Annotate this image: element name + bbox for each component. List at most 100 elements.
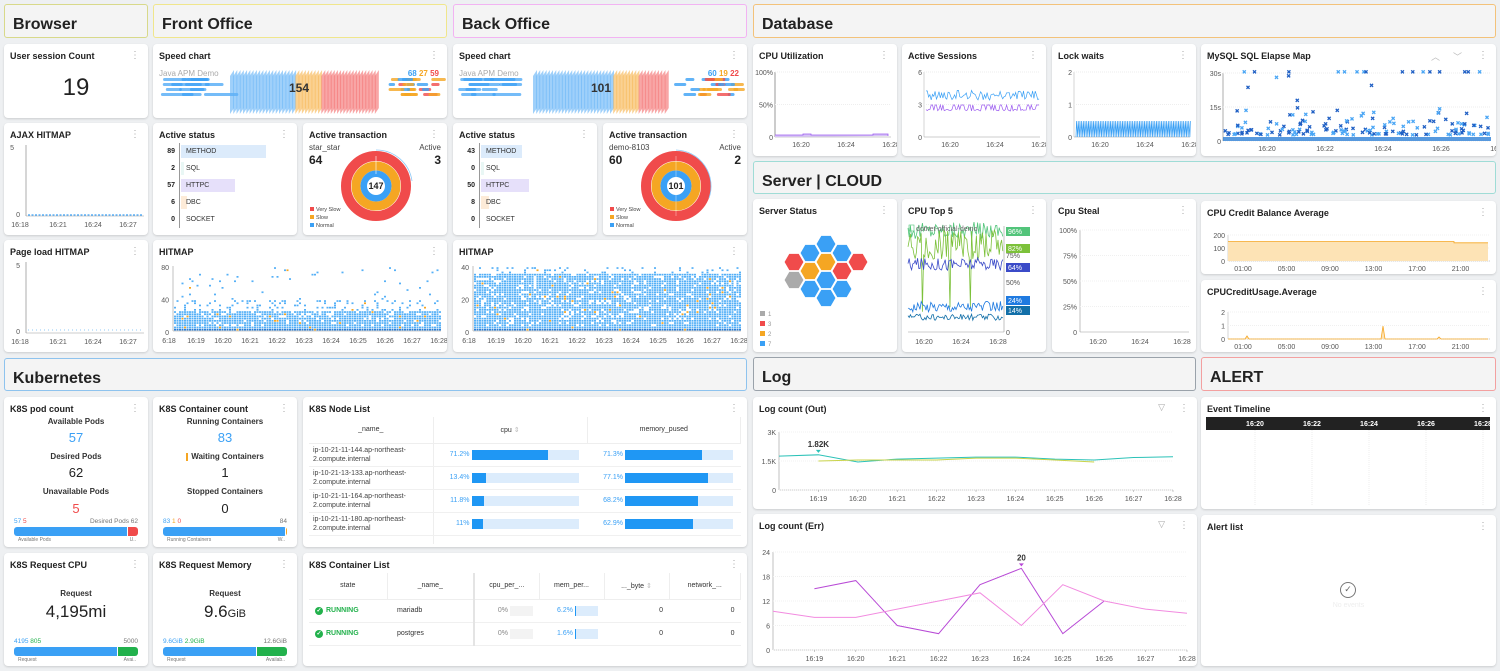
more-menu-icon[interactable]: ⋮ bbox=[279, 559, 289, 570]
hit-cell bbox=[201, 320, 204, 322]
transaction-donut[interactable]: 147 Very Slow Slow Normal bbox=[303, 123, 447, 235]
col-name[interactable]: _name_ bbox=[309, 417, 434, 444]
hit-cell bbox=[689, 328, 691, 331]
container-table-wrap[interactable]: state _name_ cpu_per_... mem_per... ..._… bbox=[309, 573, 741, 657]
credit-usage-chart[interactable]: 21001:00 05:00 09:00 13:00 17:00 21:00 bbox=[1201, 280, 1496, 352]
elapse-scatter-chart[interactable]: 30s15s016:2016:2216:2416:2616:28✖✖✖✖✖✖✖✖… bbox=[1201, 44, 1496, 156]
hit-cell bbox=[281, 317, 284, 320]
col-memory[interactable]: memory_pused bbox=[587, 417, 741, 444]
active-sessions-chart[interactable]: 63016:2016:2416:28 bbox=[902, 44, 1046, 156]
hit-cell bbox=[554, 269, 556, 272]
server-hex-map[interactable]: 1327 bbox=[753, 199, 897, 352]
hit-cell bbox=[654, 291, 656, 294]
log-err-chart[interactable]: 2418126016:19 16:20 16:21 16:22 16:23 16:24 16… bbox=[753, 514, 1197, 666]
lock-waits-chart[interactable]: 21016:2016:2416:28 bbox=[1052, 44, 1196, 156]
hit-cell bbox=[496, 328, 499, 331]
credit-balance-chart[interactable]: 200100001:00 05:00 09:00 13:00 17:00 21:00 bbox=[1201, 201, 1496, 274]
hit-cell bbox=[501, 313, 504, 316]
hit-cell bbox=[299, 298, 301, 300]
hit-cell bbox=[501, 271, 504, 274]
hit-cell bbox=[386, 324, 389, 327]
hit-cell bbox=[609, 306, 611, 309]
container-row[interactable]: ✓ RUNNING postgres 0% 1.6% 0 0 bbox=[309, 622, 741, 646]
hit-cell bbox=[226, 317, 229, 320]
pageload-hitmap-chart[interactable]: 5 0 16:18 16:21 16:24 16:27 bbox=[4, 240, 148, 352]
mem-value: 1.6% bbox=[557, 630, 573, 637]
node-row[interactable]: ip-10-21-13-133.ap-northeast-2.compute.i… bbox=[309, 466, 741, 490]
hit-cell bbox=[596, 304, 599, 307]
status-row-sql[interactable]: 0 SQL bbox=[459, 160, 500, 177]
col-mem[interactable]: mem_per... bbox=[539, 573, 605, 600]
more-menu-icon[interactable]: ⋮ bbox=[729, 403, 739, 414]
more-menu-icon[interactable]: ⋮ bbox=[279, 129, 289, 140]
cpu-steal-chart[interactable]: 100%75%50%25%016:20 16:24 16:28 bbox=[1052, 199, 1196, 352]
hit-cell bbox=[586, 324, 589, 327]
more-menu-icon[interactable]: ⋮ bbox=[279, 403, 289, 414]
hit-cell bbox=[641, 289, 644, 291]
container-row[interactable]: ✓ RUNNING mariadb 0% 6.2% 0 0 bbox=[309, 599, 741, 623]
hit-cell bbox=[284, 311, 286, 313]
more-menu-icon[interactable]: ⋮ bbox=[130, 559, 140, 570]
event-timeline[interactable]: 16:20 16:22 16:24 16:26 16:28 bbox=[1201, 397, 1496, 509]
hit-cell bbox=[484, 328, 486, 331]
hit-cell bbox=[536, 289, 539, 291]
col-network[interactable]: network_... bbox=[669, 573, 741, 600]
status-row-method[interactable]: 89 METHOD bbox=[159, 143, 266, 160]
status-row-socket[interactable]: 0 SOCKET bbox=[159, 211, 215, 228]
node-table-wrap[interactable]: _name_ cpu ⇕ memory_pused ip-10-21-11-14… bbox=[309, 417, 741, 544]
hit-cell bbox=[499, 291, 501, 294]
hit-cell bbox=[649, 298, 651, 300]
hit-cell bbox=[574, 276, 576, 278]
ajax-hitmap-chart[interactable]: 5 0 16:18 16:21 16:24 16:27 bbox=[4, 123, 148, 235]
hit-cell bbox=[486, 315, 489, 318]
node-row[interactable]: ip-10-21-11-144.ap-northeast-2.compute.i… bbox=[309, 443, 741, 467]
percent-bar bbox=[625, 472, 733, 483]
hit-cell bbox=[196, 284, 199, 287]
hit-cell bbox=[214, 300, 216, 302]
status-row-httpc[interactable]: 57 HTTPC bbox=[159, 177, 236, 194]
transaction-donut[interactable]: 101 Very Slow Slow Normal bbox=[603, 123, 747, 235]
hit-cell bbox=[631, 273, 634, 276]
hit-cell bbox=[549, 324, 551, 327]
more-menu-icon[interactable]: ⋮ bbox=[130, 50, 140, 61]
status-row-dbc[interactable]: 8 DBC bbox=[459, 194, 501, 211]
front-hitmap-card: HITMAP ⋮ 80 40 0 6:18 16:19 16:20 16:21 16:22 16… bbox=[153, 240, 447, 352]
hit-cell bbox=[551, 276, 554, 278]
sort-icon[interactable]: ⇕ bbox=[514, 427, 520, 434]
elapse-point: ✖ bbox=[1466, 69, 1471, 76]
log-out-chart[interactable]: 3K1.5K016:19 16:20 16:21 16:22 16:23 16:24 16:… bbox=[753, 397, 1197, 509]
hit-cell bbox=[491, 306, 494, 309]
col-name[interactable]: _name_ bbox=[387, 573, 475, 600]
more-menu-icon[interactable]: ⋮ bbox=[1478, 521, 1488, 532]
hit-cell bbox=[491, 284, 494, 287]
hitmap-chart[interactable]: 402006:18 16:19 16:20 16:21 16:22 16:23 16:24 1… bbox=[453, 240, 747, 352]
more-menu-icon[interactable]: ⋮ bbox=[579, 129, 589, 140]
hit-cell bbox=[714, 315, 716, 318]
status-row-method[interactable]: 43 METHOD bbox=[459, 143, 522, 160]
hit-cell bbox=[536, 320, 539, 322]
hit-cell bbox=[324, 324, 326, 327]
hit-cell bbox=[611, 313, 614, 316]
cpu-utilization-chart[interactable]: 100%50%016:2016:2416:28 bbox=[753, 44, 897, 156]
hit-cell bbox=[616, 293, 619, 296]
sort-icon[interactable]: ⇕ bbox=[646, 583, 652, 590]
col-cpu[interactable]: cpu_per_... bbox=[474, 573, 540, 600]
status-row-socket[interactable]: 0 SOCKET bbox=[459, 211, 515, 228]
node-row[interactable]: ip-10-21-11-164.ap-northeast-2.compute.i… bbox=[309, 489, 741, 513]
hit-cell bbox=[204, 324, 206, 327]
col-cpu[interactable]: cpu ⇕ bbox=[433, 417, 588, 444]
col-state[interactable]: state bbox=[309, 573, 388, 600]
hitmap-chart[interactable]: 804006:18 16:19 16:20 16:21 16:22 16:23 16:24 1… bbox=[153, 240, 447, 352]
cpu-top5-chart[interactable]: 100%75%50%016:2016:2416:28dotnet-officia… bbox=[902, 199, 1046, 352]
status-row-sql[interactable]: 2 SQL bbox=[159, 160, 200, 177]
hit-cell bbox=[734, 287, 736, 289]
status-row-dbc[interactable]: 6 DBC bbox=[159, 194, 201, 211]
status-row-httpc[interactable]: 50 HTTPC bbox=[459, 177, 529, 194]
col-byte[interactable]: ..._byte ⇕ bbox=[604, 573, 670, 600]
hit-cell bbox=[409, 326, 411, 329]
node-row[interactable]: ip-10-21-11-180.ap-northeast-2.compute.i… bbox=[309, 512, 741, 536]
hit-cell bbox=[526, 289, 529, 291]
more-menu-icon[interactable]: ⋮ bbox=[130, 403, 140, 414]
more-menu-icon[interactable]: ⋮ bbox=[729, 559, 739, 570]
hit-cell bbox=[484, 295, 486, 298]
